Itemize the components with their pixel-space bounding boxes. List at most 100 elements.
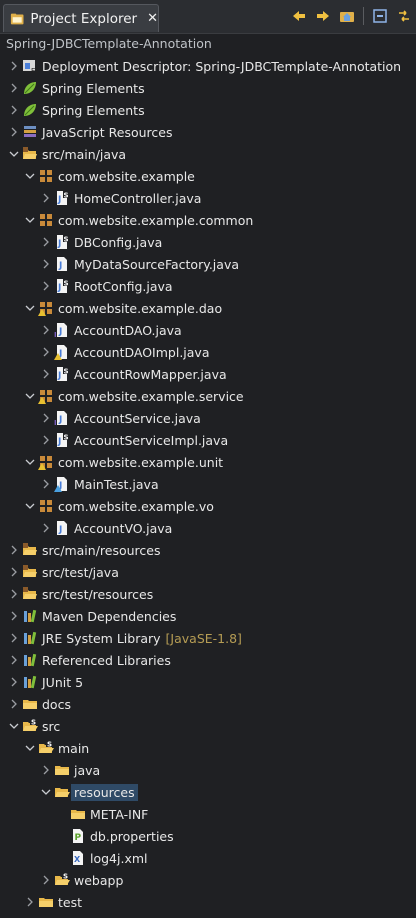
link-editor-icon[interactable]	[394, 6, 414, 26]
tree-item[interactable]: src/test/resources	[0, 583, 416, 605]
collapsed-chevron-icon[interactable]	[8, 539, 20, 561]
tree-item[interactable]: J I AccountDAO.java	[0, 319, 416, 341]
tree-item-label: docs	[42, 696, 71, 712]
collapsed-chevron-icon[interactable]	[40, 429, 52, 451]
tree-item[interactable]: META-INF	[0, 803, 416, 825]
tree-item[interactable]: JUnit 5	[0, 671, 416, 693]
collapsed-chevron-icon[interactable]	[8, 99, 20, 121]
tree-item[interactable]: JavaScript Resources	[0, 121, 416, 143]
tree-item[interactable]: Swebapp	[0, 869, 416, 891]
collapsed-chevron-icon[interactable]	[40, 275, 52, 297]
tree-item[interactable]: EE Deployment Descriptor: Spring-JDBCTemp…	[0, 55, 416, 77]
collapsed-chevron-icon[interactable]	[40, 231, 52, 253]
tree-item[interactable]: J S RootConfig.java	[0, 275, 416, 297]
expanded-chevron-icon[interactable]	[24, 297, 36, 319]
collapsed-chevron-icon[interactable]	[8, 55, 20, 77]
collapsed-chevron-icon[interactable]	[40, 517, 52, 539]
collapsed-chevron-icon[interactable]	[8, 77, 20, 99]
collapsed-chevron-icon[interactable]	[40, 407, 52, 429]
library-icon	[22, 608, 38, 624]
forward-icon[interactable]	[313, 6, 333, 26]
expanded-chevron-icon[interactable]	[8, 715, 20, 737]
source-folder-icon	[22, 564, 38, 580]
no-chevron	[56, 803, 68, 825]
tree-item[interactable]: com.website.example.common	[0, 209, 416, 231]
back-icon[interactable]	[289, 6, 309, 26]
tree-item[interactable]: J I AccountService.java	[0, 407, 416, 429]
collapsed-chevron-icon[interactable]	[40, 187, 52, 209]
tree-item[interactable]: J MainTest.java	[0, 473, 416, 495]
svg-text:J: J	[58, 261, 62, 271]
tree-item[interactable]: test	[0, 891, 416, 913]
tree-item[interactable]: J S DBConfig.java	[0, 231, 416, 253]
expanded-chevron-icon[interactable]	[24, 495, 36, 517]
tree-item-label: AccountDAOImpl.java	[74, 344, 210, 360]
expanded-chevron-icon[interactable]	[24, 451, 36, 473]
collapsed-chevron-icon[interactable]	[24, 891, 36, 913]
tree-item[interactable]: J MyDataSourceFactory.java	[0, 253, 416, 275]
tree-item[interactable]: J AccountVO.java	[0, 517, 416, 539]
collapsed-chevron-icon[interactable]	[8, 605, 20, 627]
folder-icon	[54, 762, 70, 778]
collapsed-chevron-icon[interactable]	[8, 561, 20, 583]
collapsed-chevron-icon[interactable]	[8, 671, 20, 693]
collapse-all-icon[interactable]	[370, 6, 390, 26]
tree-item[interactable]: com.website.example.vo	[0, 495, 416, 517]
expanded-chevron-icon[interactable]	[8, 143, 20, 165]
tree-item[interactable]: src/main/resources	[0, 539, 416, 561]
expanded-chevron-icon[interactable]	[24, 385, 36, 407]
tree-item[interactable]: J S AccountServiceImpl.java	[0, 429, 416, 451]
java-file-spring-icon: JS	[54, 190, 70, 206]
tree-item-label: com.website.example.vo	[58, 498, 214, 514]
tree-item[interactable]: src/test/java	[0, 561, 416, 583]
collapsed-chevron-icon[interactable]	[8, 627, 20, 649]
tab-title: Project Explorer	[30, 10, 138, 27]
collapsed-chevron-icon[interactable]	[40, 869, 52, 891]
tree-item[interactable]: java	[0, 759, 416, 781]
collapsed-chevron-icon[interactable]	[40, 473, 52, 495]
collapsed-chevron-icon[interactable]	[40, 341, 52, 363]
java-file-warn-icon: J	[54, 344, 70, 360]
collapsed-chevron-icon[interactable]	[40, 319, 52, 341]
tree-item[interactable]: Spring Elements	[0, 77, 416, 99]
tree-item[interactable]: Smain	[0, 737, 416, 759]
expanded-chevron-icon[interactable]	[24, 209, 36, 231]
tree-item[interactable]: Referenced Libraries	[0, 649, 416, 671]
tree-item[interactable]: resources	[0, 781, 416, 803]
expanded-chevron-icon[interactable]	[24, 737, 36, 759]
tree-item[interactable]: com.website.example	[0, 165, 416, 187]
collapsed-chevron-icon[interactable]	[40, 363, 52, 385]
tree-item[interactable]: J AccountDAOImpl.java	[0, 341, 416, 363]
tab-project-explorer[interactable]: Project Explorer ✕	[3, 4, 159, 32]
tree-item[interactable]: com.website.example.unit	[0, 451, 416, 473]
folder-icon	[38, 894, 54, 910]
collapsed-chevron-icon[interactable]	[8, 693, 20, 715]
collapsed-chevron-icon[interactable]	[40, 253, 52, 275]
tree-item[interactable]: Ssrc	[0, 715, 416, 737]
tree-item[interactable]: src/main/java	[0, 143, 416, 165]
tree-item[interactable]: Xlog4j.xml	[0, 847, 416, 869]
tree-item[interactable]: J S HomeController.java	[0, 187, 416, 209]
tree-item-label: com.website.example.unit	[58, 454, 224, 470]
home-icon[interactable]	[337, 6, 357, 26]
tree-item-label: JRE System Library	[42, 630, 161, 646]
collapsed-chevron-icon[interactable]	[8, 583, 20, 605]
collapsed-chevron-icon[interactable]	[8, 649, 20, 671]
expanded-chevron-icon[interactable]	[40, 781, 52, 803]
tree-item[interactable]: com.website.example.dao	[0, 297, 416, 319]
collapsed-chevron-icon[interactable]	[8, 121, 20, 143]
tree-item[interactable]: JRE System Library [JavaSE-1.8]	[0, 627, 416, 649]
tree-item[interactable]: Pdb.properties	[0, 825, 416, 847]
svg-text:J: J	[57, 283, 61, 293]
java-interface-icon: JI	[54, 322, 70, 338]
java-file-spring-icon: JS	[54, 366, 70, 382]
tree-item[interactable]: Maven Dependencies	[0, 605, 416, 627]
collapsed-chevron-icon[interactable]	[40, 759, 52, 781]
close-icon[interactable]: ✕	[147, 11, 158, 26]
tree-item[interactable]: com.website.example.service	[0, 385, 416, 407]
expanded-chevron-icon[interactable]	[24, 165, 36, 187]
tree-item[interactable]: docs	[0, 693, 416, 715]
tree-item[interactable]: J S AccountRowMapper.java	[0, 363, 416, 385]
properties-file-icon: P	[70, 828, 86, 844]
tree-item[interactable]: Spring Elements	[0, 99, 416, 121]
